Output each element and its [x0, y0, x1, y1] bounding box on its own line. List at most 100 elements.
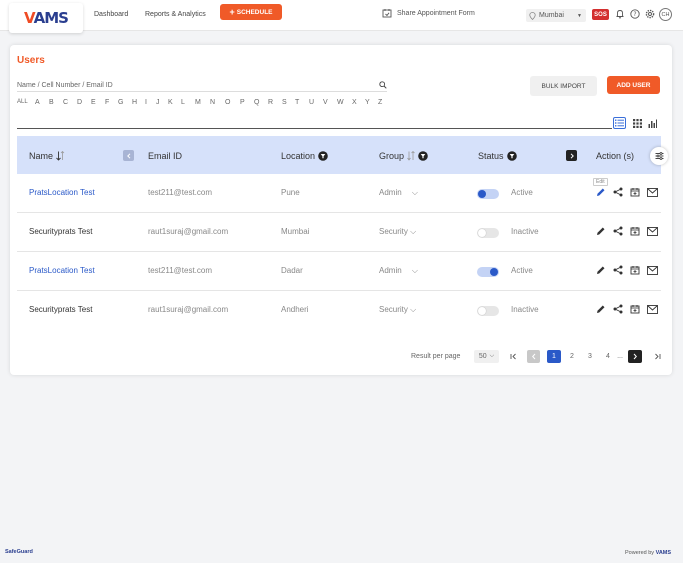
edit-icon[interactable] [595, 264, 607, 276]
alpha-w[interactable]: W [337, 99, 352, 106]
alpha-o[interactable]: O [225, 99, 240, 106]
per-page-value: 50 [478, 353, 487, 360]
alpha-g[interactable]: G [118, 99, 132, 106]
grid-view-icon[interactable] [631, 117, 644, 129]
alpha-b[interactable]: B [49, 99, 63, 106]
share-icon[interactable] [612, 303, 624, 315]
alphabet-filter: ALL A B C D E F G H I J K L M N O P Q R … [17, 99, 397, 106]
alpha-v[interactable]: V [323, 99, 337, 106]
calendar-add-icon[interactable] [629, 186, 641, 198]
group-select[interactable]: Admin ⌵ [379, 266, 418, 276]
alpha-m[interactable]: M [195, 99, 210, 106]
add-user-button[interactable]: ADD USER [607, 76, 660, 94]
share-icon[interactable] [612, 186, 624, 198]
user-name-link[interactable]: PratsLocation Test [29, 266, 95, 275]
search-input[interactable]: Name / Cell Number / Email ID [17, 79, 387, 92]
share-appointment-form-link[interactable]: Share Appointment Form [382, 8, 475, 18]
page-button-3[interactable]: 3 [584, 350, 596, 363]
calendar-add-icon[interactable] [629, 264, 641, 276]
column-settings-button[interactable] [650, 147, 668, 165]
mail-icon[interactable] [646, 186, 658, 198]
calendar-add-icon[interactable] [629, 225, 641, 237]
search-icon[interactable] [379, 81, 387, 89]
prev-page-button[interactable] [527, 350, 540, 363]
alpha-k[interactable]: K [168, 99, 181, 106]
alpha-j[interactable]: J [156, 99, 168, 106]
share-icon[interactable] [612, 225, 624, 237]
list-view-icon[interactable] [613, 117, 626, 129]
filter-icon[interactable] [318, 151, 328, 161]
alpha-p[interactable]: P [240, 99, 254, 106]
status-toggle[interactable] [477, 306, 499, 316]
sort-icon[interactable] [407, 151, 415, 161]
mail-icon[interactable] [646, 225, 658, 237]
alpha-d[interactable]: D [77, 99, 91, 106]
alpha-a[interactable]: A [35, 99, 49, 106]
alpha-x[interactable]: X [352, 99, 365, 106]
alpha-t[interactable]: T [295, 99, 309, 106]
filter-icon[interactable] [506, 151, 517, 161]
group-select[interactable]: Security ⌵ [379, 305, 416, 315]
mail-icon[interactable] [646, 264, 658, 276]
gear-icon[interactable] [645, 9, 655, 19]
per-page-select[interactable]: 50 ⌵ [474, 350, 499, 363]
group-value: Security [379, 227, 408, 236]
alpha-q[interactable]: Q [254, 99, 268, 106]
first-page-button[interactable] [508, 350, 519, 363]
status-toggle[interactable] [477, 189, 499, 199]
chevron-down-icon: ⌵ [411, 266, 418, 275]
user-email: test211@test.com [148, 188, 212, 197]
sort-icon[interactable] [56, 151, 65, 161]
alpha-all[interactable]: ALL [17, 99, 35, 106]
chart-view-icon[interactable] [646, 117, 659, 129]
next-page-button[interactable] [628, 350, 642, 363]
page-button-4[interactable]: 4 [602, 350, 614, 363]
edit-icon[interactable] [595, 303, 607, 315]
calendar-add-icon[interactable] [629, 303, 641, 315]
group-select[interactable]: Admin ⌵ [379, 188, 418, 198]
alpha-u[interactable]: U [309, 99, 323, 106]
alpha-y[interactable]: Y [365, 99, 378, 106]
scroll-right-button[interactable] [566, 150, 577, 161]
powered-by: Powered by VAMS [625, 550, 671, 556]
alpha-h[interactable]: H [132, 99, 145, 106]
edit-tooltip: Edit [593, 178, 608, 186]
help-icon[interactable]: ? [630, 9, 640, 19]
page-button-1[interactable]: 1 [547, 350, 561, 363]
share-icon[interactable] [612, 264, 624, 276]
filter-icon[interactable] [418, 151, 428, 161]
edit-icon[interactable] [595, 225, 607, 237]
alpha-z[interactable]: Z [378, 99, 388, 106]
table-header: Name Email ID Location Group Status Acti… [17, 136, 661, 174]
column-header-name[interactable]: Name [29, 151, 65, 161]
group-select[interactable]: Security ⌵ [379, 227, 416, 237]
location-select[interactable]: Mumbai ▼ [526, 9, 586, 22]
alpha-r[interactable]: R [268, 99, 282, 106]
alpha-c[interactable]: C [63, 99, 77, 106]
sos-button[interactable]: SOS [592, 9, 609, 20]
powered-by-brand: VAMS [655, 550, 672, 556]
alpha-e[interactable]: E [91, 99, 105, 106]
edit-icon[interactable] [595, 186, 607, 198]
nav-dashboard[interactable]: Dashboard [94, 11, 128, 18]
last-page-button[interactable] [652, 350, 663, 363]
alpha-i[interactable]: I [145, 99, 156, 106]
vams-logo[interactable]: VAMS [9, 3, 83, 33]
status-toggle[interactable] [477, 267, 499, 277]
bulk-import-button[interactable]: BULK IMPORT [530, 76, 597, 96]
nav-reports-analytics[interactable]: Reports & Analytics [145, 11, 206, 18]
scroll-left-button[interactable] [123, 150, 134, 161]
alpha-l[interactable]: L [181, 99, 195, 106]
table-row: Securityprats Test raut1suraj@gmail.com … [17, 291, 661, 330]
status-toggle[interactable] [477, 228, 499, 238]
user-name-link[interactable]: PratsLocation Test [29, 188, 95, 197]
alpha-n[interactable]: N [210, 99, 225, 106]
mail-icon[interactable] [646, 303, 658, 315]
user-avatar[interactable]: CH [659, 8, 672, 21]
bell-icon[interactable] [615, 9, 625, 19]
column-label-location: Location [281, 151, 316, 161]
schedule-button[interactable]: + SCHEDULE [220, 4, 282, 20]
alpha-s[interactable]: S [282, 99, 295, 106]
alpha-f[interactable]: F [105, 99, 118, 106]
page-button-2[interactable]: 2 [566, 350, 578, 363]
